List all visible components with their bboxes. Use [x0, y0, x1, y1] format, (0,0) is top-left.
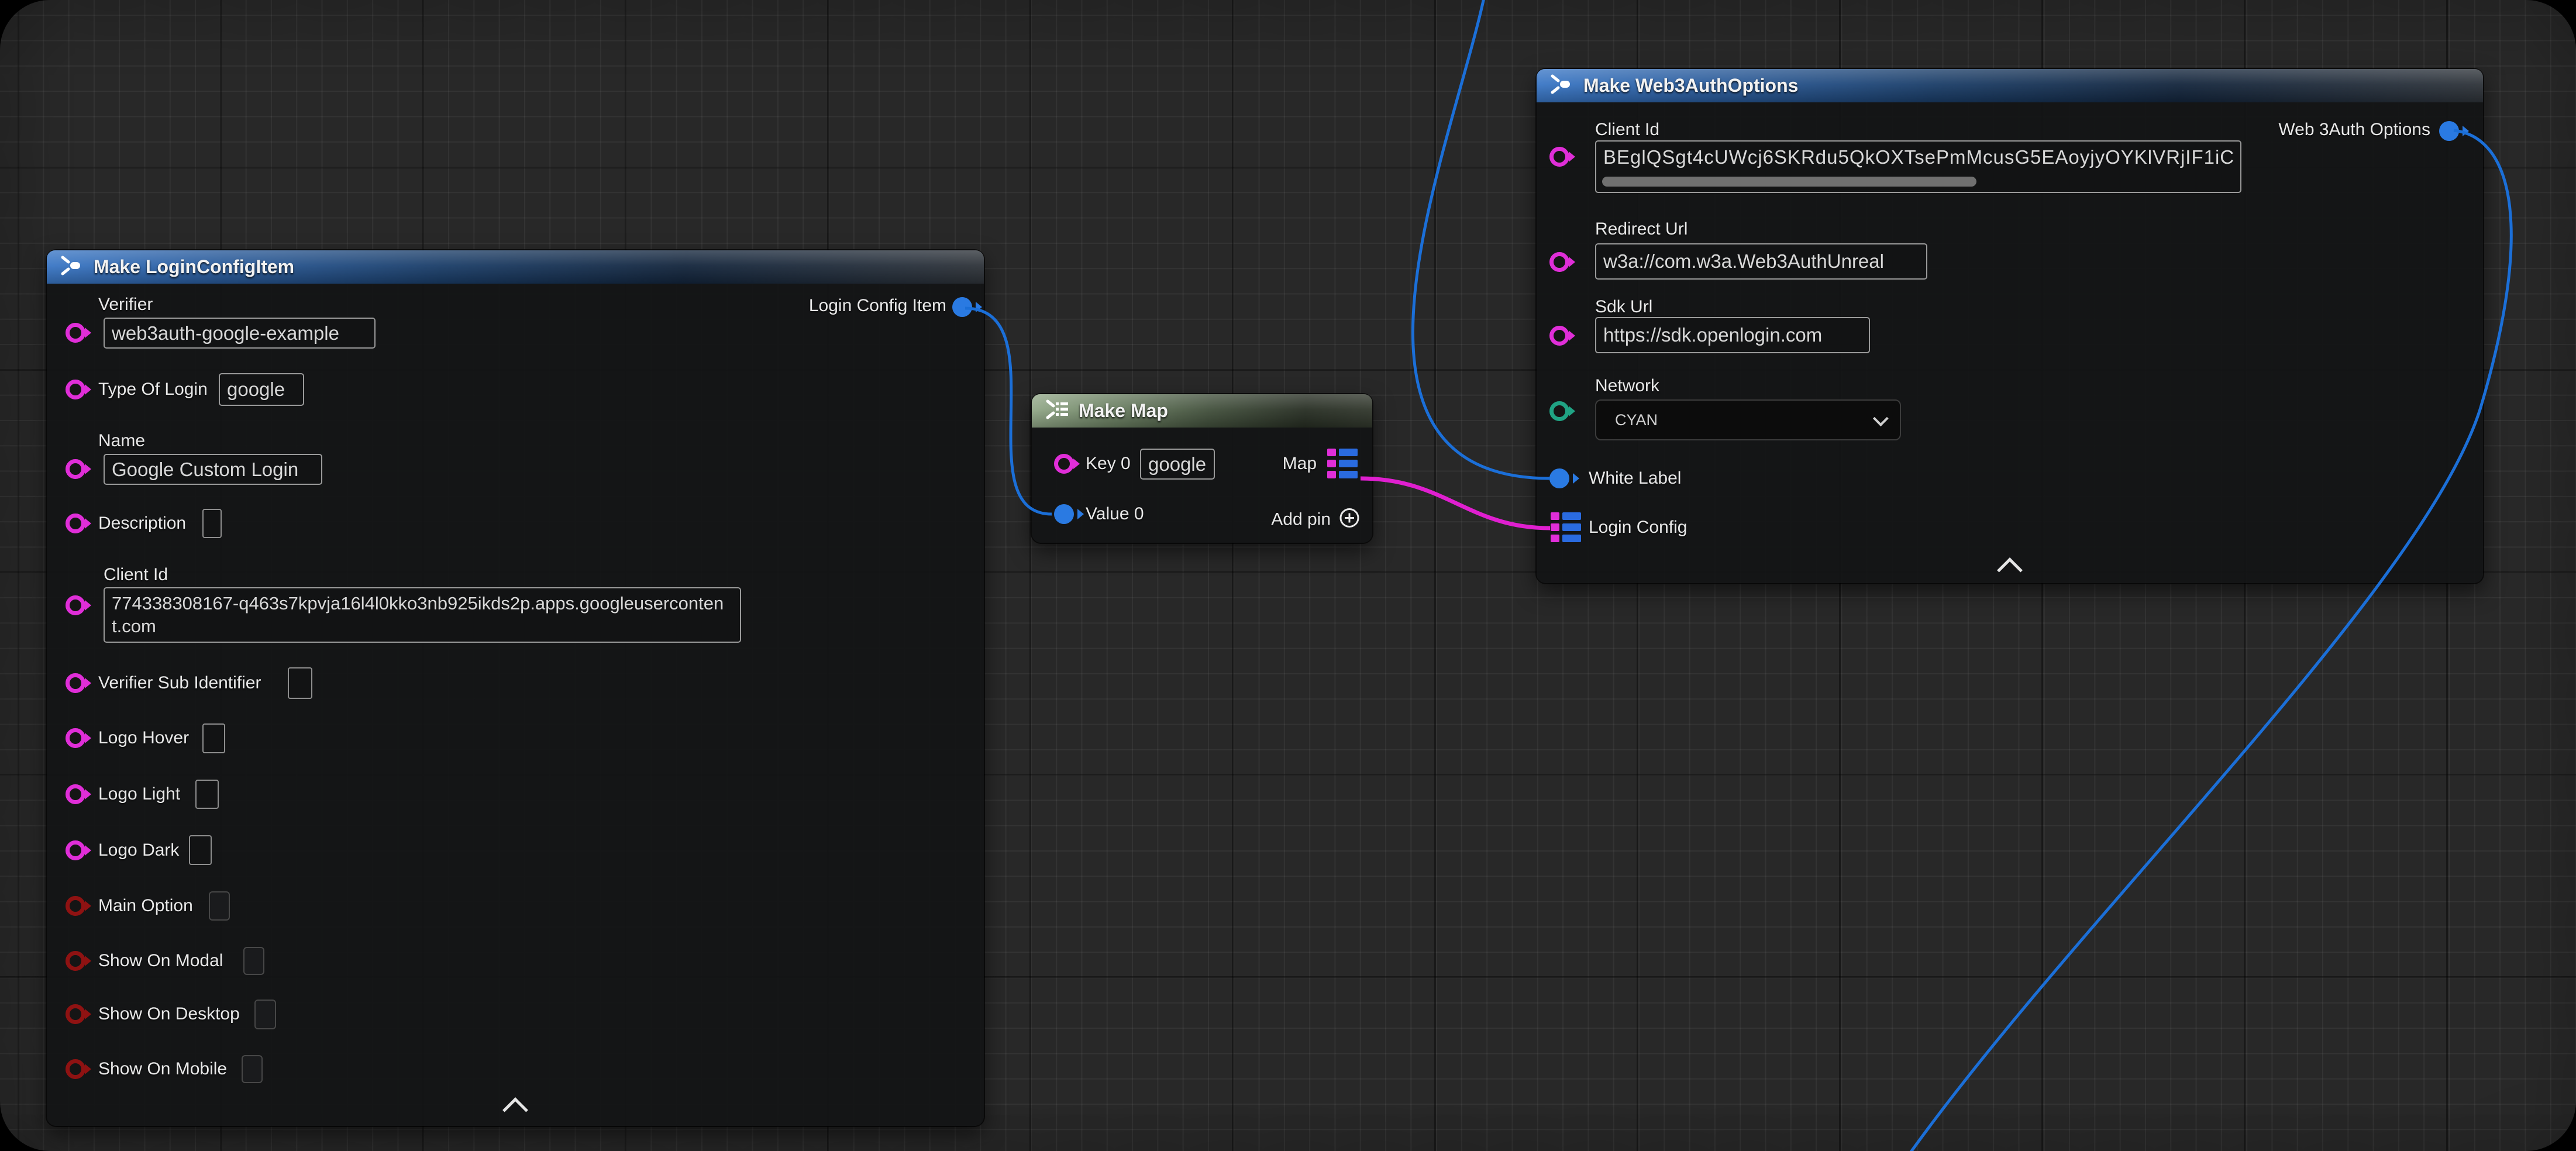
logo-dark-input[interactable]	[189, 835, 212, 865]
pin-label: Network	[1595, 376, 1659, 396]
redirect-url-input[interactable]: w3a://com.w3a.Web3AuthUnreal	[1595, 243, 1927, 280]
collapse-icon[interactable]	[502, 1097, 528, 1123]
pin-label: Login Config	[1589, 518, 1687, 537]
pin-redirect-url[interactable]	[1549, 252, 1569, 272]
make-struct-icon	[1548, 71, 1575, 101]
pin-verifier-sub-identifier[interactable]	[66, 673, 85, 693]
pin-label: Logo Light	[98, 784, 180, 804]
wire-offscreen-to-white-label[interactable]	[1413, 0, 1550, 478]
network-selected-value: CYAN	[1615, 411, 1658, 429]
node-header[interactable]: Make LoginConfigItem	[47, 250, 984, 284]
sdk-url-input[interactable]: https://sdk.openlogin.com	[1595, 317, 1870, 353]
client-id-input[interactable]: BEglQSgt4cUWcj6SKRdu5QkOXTsePmMcusG5EAoy…	[1595, 140, 2241, 193]
node-title: Make Map	[1079, 400, 1168, 422]
pin-logo-hover[interactable]	[66, 728, 85, 748]
show-on-modal-checkbox[interactable]	[243, 947, 264, 975]
pin-type-of-login[interactable]	[66, 380, 85, 399]
node-make-login-config-item[interactable]: Make LoginConfigItem Login Config Item V…	[47, 250, 984, 1126]
logo-hover-input[interactable]	[202, 723, 225, 753]
pin-label: Client Id	[1595, 120, 1659, 140]
verifier-sub-identifier-input[interactable]	[288, 667, 312, 699]
node-header[interactable]: Make Web3AuthOptions	[1537, 69, 2483, 102]
pin-name[interactable]	[66, 459, 85, 479]
verifier-input[interactable]: web3auth-google-example	[104, 318, 376, 349]
pin-label: Main Option	[98, 896, 193, 916]
pin-label: Client Id	[104, 565, 168, 585]
network-dropdown[interactable]: CYAN	[1595, 399, 1901, 440]
node-title: Make Web3AuthOptions	[1583, 75, 1798, 97]
node-header[interactable]: Make Map	[1032, 394, 1372, 428]
add-pin-icon	[1339, 508, 1360, 532]
main-option-checkbox[interactable]	[209, 891, 230, 921]
pin-client-id[interactable]	[66, 595, 85, 615]
client-id-input[interactable]: 774338308167-q463s7kpvja16l4l0kko3nb925i…	[104, 587, 741, 643]
pin-map-output[interactable]	[1327, 449, 1358, 479]
add-pin-label: Add pin	[1271, 509, 1331, 529]
pin-label: Key 0	[1086, 454, 1131, 474]
pin-label: Verifier	[98, 295, 153, 315]
show-on-desktop-checkbox[interactable]	[254, 1000, 276, 1029]
client-id-value: BEglQSgt4cUWcj6SKRdu5QkOXTsePmMcusG5EAoy…	[1603, 146, 2234, 168]
pin-label: White Label	[1589, 468, 1681, 488]
pin-show-on-mobile[interactable]	[66, 1059, 85, 1079]
pin-login-config[interactable]	[1551, 512, 1581, 543]
make-map-icon	[1044, 396, 1070, 426]
description-input[interactable]	[202, 509, 222, 538]
key0-input[interactable]: google	[1140, 449, 1215, 480]
pin-white-label[interactable]	[1549, 468, 1569, 488]
graph-canvas[interactable]: Make LoginConfigItem Login Config Item V…	[0, 0, 2576, 1151]
pin-label: Logo Hover	[98, 728, 189, 748]
pin-logo-dark[interactable]	[66, 840, 85, 860]
pin-label: Logo Dark	[98, 840, 179, 860]
node-make-web3auth-options[interactable]: Make Web3AuthOptions Web 3Auth Options C…	[1537, 69, 2483, 583]
output-label: Login Config Item	[809, 296, 946, 316]
name-input[interactable]: Google Custom Login	[104, 454, 322, 485]
pin-network[interactable]	[1549, 401, 1569, 421]
pin-main-option[interactable]	[66, 896, 85, 916]
pin-label: Redirect Url	[1595, 219, 1688, 239]
output-label: Web 3Auth Options	[2278, 120, 2430, 140]
pin-label: Sdk Url	[1595, 297, 1652, 317]
make-struct-icon	[58, 252, 85, 282]
pin-label: Verifier Sub Identifier	[98, 673, 261, 693]
pin-verifier[interactable]	[66, 323, 85, 343]
add-pin-button[interactable]: Add pin	[1271, 508, 1360, 532]
pin-description[interactable]	[66, 514, 85, 533]
chevron-down-icon	[1873, 411, 1889, 426]
pin-label: Show On Mobile	[98, 1059, 227, 1079]
output-label: Map	[1283, 454, 1317, 474]
node-title: Make LoginConfigItem	[94, 256, 294, 278]
logo-light-input[interactable]	[195, 780, 219, 809]
pin-label: Name	[98, 431, 145, 451]
horizontal-scrollbar[interactable]	[1602, 177, 1976, 187]
pin-sdk-url[interactable]	[1549, 326, 1569, 346]
pin-show-on-modal[interactable]	[66, 951, 85, 971]
wire-map-to-login-config[interactable]	[1361, 478, 1550, 528]
pin-key0[interactable]	[1054, 454, 1074, 474]
pin-label: Type Of Login	[98, 380, 208, 399]
pin-show-on-desktop[interactable]	[66, 1004, 85, 1024]
type-of-login-input[interactable]: google	[219, 373, 304, 406]
pin-label: Show On Modal	[98, 951, 223, 971]
show-on-mobile-checkbox[interactable]	[242, 1055, 263, 1083]
pin-logo-light[interactable]	[66, 784, 85, 804]
pin-value0[interactable]	[1054, 504, 1074, 524]
collapse-icon[interactable]	[1997, 557, 2023, 583]
node-make-map[interactable]: Make Map Key 0 google Map Value 0 Add pi…	[1032, 394, 1372, 543]
pin-client-id[interactable]	[1549, 147, 1569, 167]
pin-label: Value 0	[1086, 504, 1144, 524]
pin-label: Description	[98, 514, 186, 533]
blueprint-editor: Make LoginConfigItem Login Config Item V…	[0, 0, 2576, 1151]
pin-label: Show On Desktop	[98, 1004, 240, 1024]
